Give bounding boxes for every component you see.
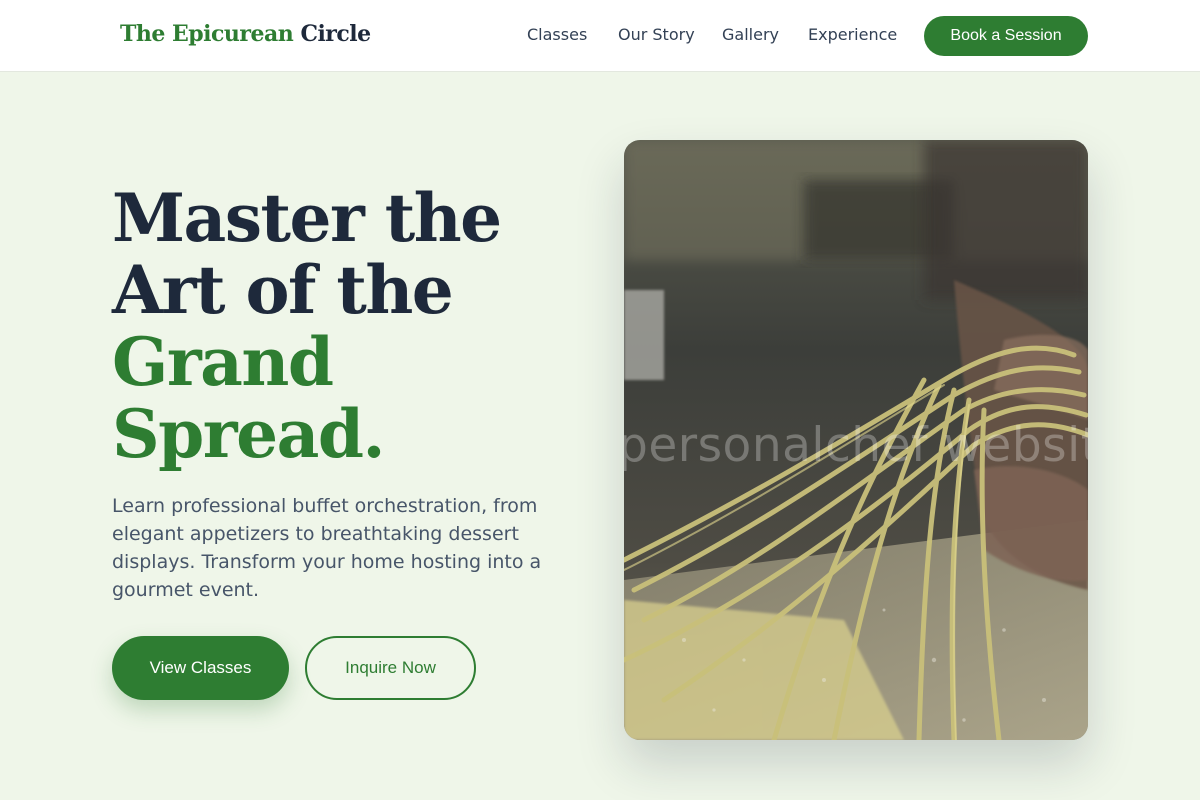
hero-image: personalchef website [624,140,1088,740]
image-watermark: personalchef website [624,418,1088,473]
nav-link-classes[interactable]: Classes [527,25,587,44]
nav-link-gallery[interactable]: Gallery [722,25,779,44]
inquire-now-button[interactable]: Inquire Now [305,636,476,700]
hero-subtext: Learn professional buffet orchestration,… [112,495,542,601]
view-classes-button[interactable]: View Classes [112,636,289,700]
brand-name-part2: Circle [300,21,371,47]
book-session-button[interactable]: Book a Session [924,16,1088,56]
headline-line-3: Grand [112,323,334,401]
headline-line-4: Spread. [112,395,385,473]
nav-link-our-story[interactable]: Our Story [618,25,695,44]
headline-line-2: Art of the [112,251,454,329]
brand-name-part1: The Epicurean [120,21,294,47]
brand-logo[interactable]: The Epicurean Circle [120,21,371,47]
headline-line-1: Master the [112,179,502,257]
hero-headline: Master the Art of the Grand Spread. [112,182,592,470]
nav-link-experience[interactable]: Experience [808,25,897,44]
top-navbar: The Epicurean Circle Classes Our Story G… [0,0,1200,72]
